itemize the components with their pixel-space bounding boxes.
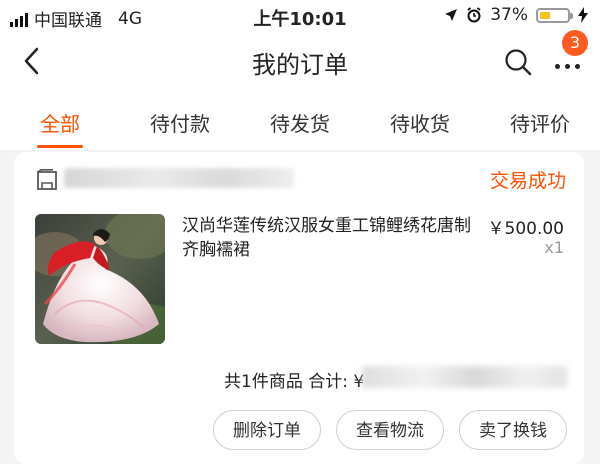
order-summary: 共1件商品 合计: ¥ [224, 372, 365, 392]
order-tabs: 全部 待付款 待发货 待收货 待评价 [0, 90, 600, 150]
order-card[interactable]: 交易成功 汉尚华莲传统汉服女重工锦鲤绣花唐制齐胸襦裙 ￥500.00 x1 共1… [14, 152, 584, 464]
search-icon[interactable] [504, 48, 532, 76]
shop-name-redacted[interactable] [64, 168, 294, 188]
status-bar: 中国联通 4G 上午10:01 37% [0, 0, 600, 32]
product-title[interactable]: 汉尚华莲传统汉服女重工锦鲤绣花唐制齐胸襦裙 [182, 214, 482, 262]
notification-badge: 3 [562, 30, 588, 56]
hanfu-photo-icon [35, 214, 165, 344]
battery-percent: 37% [490, 5, 528, 25]
battery-icon [536, 7, 573, 23]
product-price: ￥500.00 [487, 219, 564, 239]
view-logistics-button[interactable]: 查看物流 [336, 410, 444, 450]
nav-bar: 我的订单 [0, 32, 600, 90]
tab-pending-payment[interactable]: 待付款 [130, 108, 230, 137]
status-right: 37% [444, 5, 588, 25]
shop-icon [37, 169, 57, 190]
active-tab-indicator [37, 145, 83, 148]
alarm-clock-icon [467, 7, 481, 23]
tab-pending-review[interactable]: 待评价 [490, 108, 590, 137]
order-status: 交易成功 [489, 170, 566, 192]
tab-pending-shipment[interactable]: 待发货 [250, 108, 350, 137]
product-quantity: x1 [544, 238, 564, 257]
product-image[interactable] [35, 214, 165, 344]
tab-all[interactable]: 全部 [10, 108, 110, 137]
tab-pending-receipt[interactable]: 待收货 [370, 108, 470, 137]
location-arrow-icon [445, 9, 458, 21]
delete-order-button[interactable]: 删除订单 [213, 410, 321, 450]
total-amount-redacted [362, 366, 567, 388]
battery-level [540, 11, 550, 19]
resell-button[interactable]: 卖了换钱 [459, 410, 567, 450]
charging-bolt-icon [578, 7, 588, 23]
